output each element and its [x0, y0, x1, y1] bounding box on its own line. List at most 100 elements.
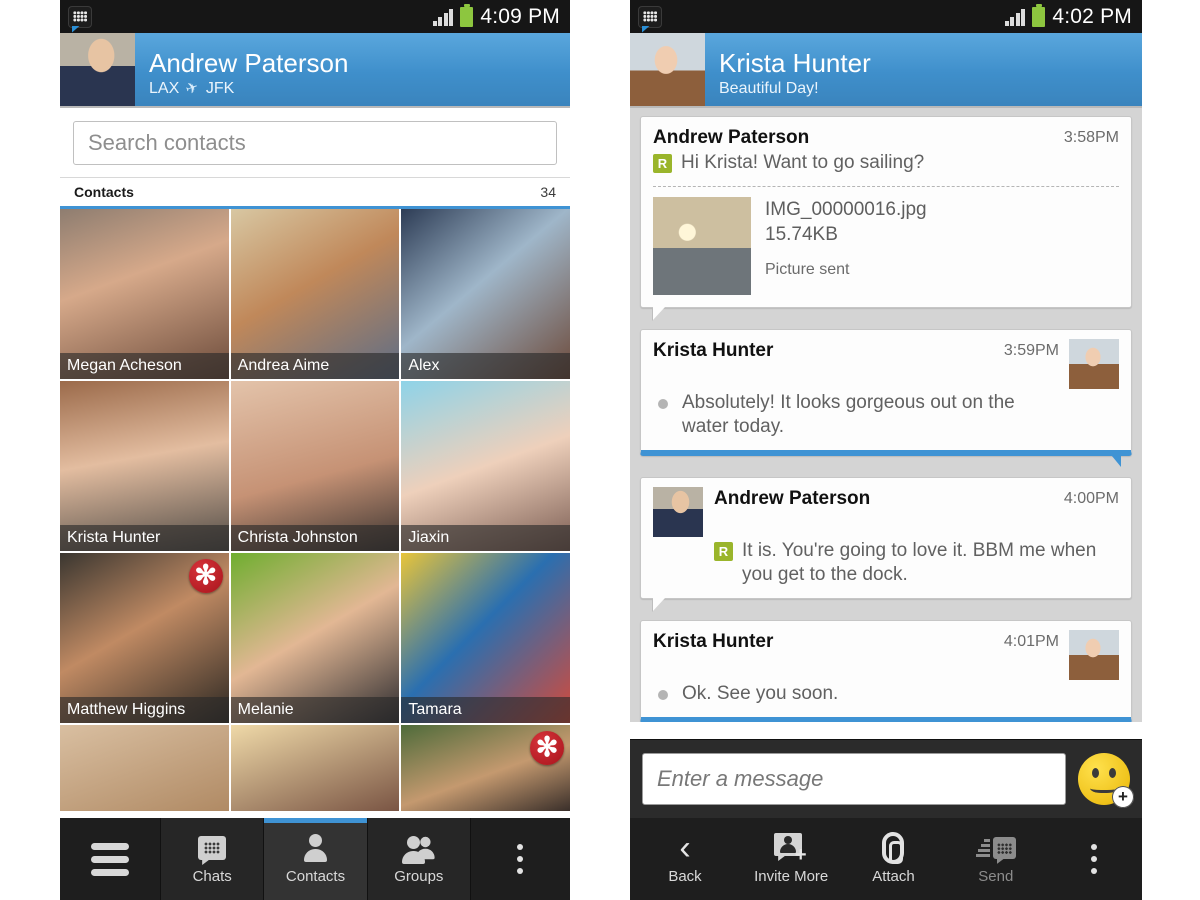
overflow-menu-button-right[interactable] — [1046, 818, 1142, 900]
chat-contact-name: Krista Hunter — [719, 47, 871, 78]
message-sender: Krista Hunter — [653, 631, 774, 652]
overflow-kebab-icon — [517, 844, 524, 874]
chat-bubble[interactable]: Andrew Paterson 3:58PM R Hi Krista! Want to… — [640, 116, 1132, 308]
section-title: Contacts — [74, 184, 134, 200]
avatar[interactable] — [630, 33, 705, 108]
invite-more-label: Invite More — [754, 868, 829, 885]
bbm-icon — [68, 5, 92, 28]
overflow-menu-button-left[interactable] — [469, 818, 570, 900]
attachment-filename: IMG_00000016.jpg — [765, 199, 927, 220]
delivered-status-dot-icon — [658, 399, 668, 409]
attach-button[interactable]: Attach — [842, 818, 945, 900]
chat-bubble[interactable]: Krista Hunter 3:59PM Absolutely! It looks … — [640, 329, 1132, 467]
tab-groups-label: Groups — [394, 868, 444, 885]
signal-icon — [432, 8, 454, 26]
send-label: Send — [978, 868, 1014, 885]
profile-name: Andrew Paterson — [149, 47, 349, 78]
message-sender: Krista Hunter — [653, 340, 774, 361]
chat-header[interactable]: Krista Hunter Beautiful Day! — [630, 33, 1142, 108]
status-bar-right: 4:02 PM — [630, 0, 1142, 33]
contact-tile[interactable]: Megan Acheson — [60, 209, 229, 379]
chat-bubble[interactable]: Krista Hunter 4:01PM Ok. See you soon. — [640, 620, 1132, 722]
contact-name: Alex — [401, 353, 570, 379]
chat-message-list[interactable]: Andrew Paterson 3:58PM R Hi Krista! Want to… — [630, 108, 1142, 722]
status-clock: 4:09 PM — [480, 4, 560, 28]
contact-tile[interactable]: Christa Johnston — [230, 381, 400, 551]
read-status-badge: R — [653, 154, 672, 173]
message-input[interactable] — [642, 753, 1066, 805]
attachment-size: 15.74KB — [765, 224, 838, 245]
new-contact-badge-icon: ✻ — [530, 731, 564, 765]
profile-header-left[interactable]: Andrew Paterson LAX ✈ JFK — [60, 33, 570, 108]
attachment-row[interactable]: IMG_00000016.jpg 15.74KB Picture sent — [653, 186, 1119, 307]
contact-name: Matthew Higgins — [60, 697, 229, 723]
smiley-plus-icon[interactable]: + — [1078, 753, 1134, 808]
message-sender: Andrew Paterson — [653, 127, 810, 148]
message-timestamp: 4:01PM — [1003, 633, 1059, 650]
contact-tile[interactable]: ✻ — [401, 725, 570, 811]
battery-icon — [1032, 3, 1046, 27]
message-timestamp: 4:00PM — [1063, 490, 1119, 507]
avatar[interactable] — [653, 487, 703, 537]
signal-icon — [1004, 8, 1026, 26]
contact-tile[interactable] — [230, 725, 400, 811]
contacts-count: 34 — [540, 184, 556, 200]
bbm-icon — [638, 5, 662, 28]
avatar[interactable] — [1069, 630, 1119, 680]
chat-contact-status: Beautiful Day! — [719, 79, 819, 97]
tab-chats[interactable]: Chats — [160, 818, 264, 900]
airplane-icon: ✈ — [183, 77, 202, 99]
menu-button[interactable] — [60, 818, 160, 900]
invite-more-button[interactable]: + Invite More — [740, 818, 843, 900]
battery-icon — [460, 3, 474, 27]
phone-right-chat-screen: 4:02 PM Krista Hunter Beautiful Day! And… — [630, 0, 1142, 900]
contacts-section-header: Contacts 34 — [60, 177, 570, 209]
message-timestamp: 3:59PM — [1003, 342, 1059, 359]
profile-status-line: LAX ✈ JFK — [149, 78, 348, 100]
compose-bar: + — [630, 739, 1142, 818]
contact-tile[interactable]: Andrea Aime — [230, 209, 400, 379]
contact-name: Jiaxin — [401, 525, 570, 551]
avatar[interactable] — [60, 33, 135, 108]
status-origin: LAX — [149, 79, 180, 97]
contact-person-icon — [298, 833, 332, 863]
search-input[interactable] — [73, 121, 557, 165]
bbm-chats-icon — [195, 833, 229, 863]
send-button[interactable]: Send — [944, 818, 1047, 900]
message-sender: Andrew Paterson — [714, 488, 871, 509]
chevron-left-icon: ‹ — [679, 829, 691, 867]
message-text: It is. You're going to love it. BBM me w… — [742, 540, 1097, 585]
tab-groups[interactable]: Groups — [366, 818, 470, 900]
contact-name: Tamara — [401, 697, 570, 723]
overflow-kebab-icon — [1091, 844, 1098, 874]
avatar[interactable] — [1069, 339, 1119, 389]
status-clock: 4:02 PM — [1052, 4, 1132, 28]
paperclip-icon — [876, 832, 910, 864]
chat-bubble[interactable]: Andrew Paterson 4:00PM R It is. You're goin… — [640, 477, 1132, 599]
groups-people-icon — [401, 833, 436, 864]
contact-tile[interactable]: Tamara — [401, 553, 570, 723]
contact-tile[interactable]: Jiaxin — [401, 381, 570, 551]
contact-tile[interactable]: Krista Hunter — [60, 381, 229, 551]
message-text: Hi Krista! Want to go sailing? — [681, 152, 925, 173]
contact-name: Krista Hunter — [60, 525, 229, 551]
contact-tile[interactable]: Matthew Higgins ✻ — [60, 553, 229, 723]
message-text: Absolutely! It looks gorgeous out on the… — [682, 392, 1015, 437]
contact-tile[interactable]: Melanie — [230, 553, 400, 723]
back-button[interactable]: ‹ Back — [630, 818, 740, 900]
contact-photo — [60, 725, 229, 811]
send-bbm-icon — [975, 833, 1016, 863]
phone-left-contacts-screen: 4:09 PM Andrew Paterson LAX ✈ JFK Contac… — [60, 0, 570, 900]
attachment-thumbnail[interactable] — [653, 197, 751, 295]
contact-name: Christa Johnston — [230, 525, 400, 551]
tab-contacts[interactable]: Contacts — [263, 818, 367, 900]
hamburger-icon — [91, 842, 129, 876]
read-status-badge: R — [714, 542, 733, 561]
contact-tile[interactable]: Alex — [401, 209, 570, 379]
contact-photo — [230, 725, 400, 811]
contact-tile[interactable] — [60, 725, 229, 811]
attach-label: Attach — [872, 868, 915, 885]
tab-contacts-label: Contacts — [285, 868, 346, 885]
contacts-grid: Megan Acheson Andrea Aime Alex Krista Hunte… — [60, 209, 570, 811]
contact-name: Andrea Aime — [230, 353, 400, 379]
